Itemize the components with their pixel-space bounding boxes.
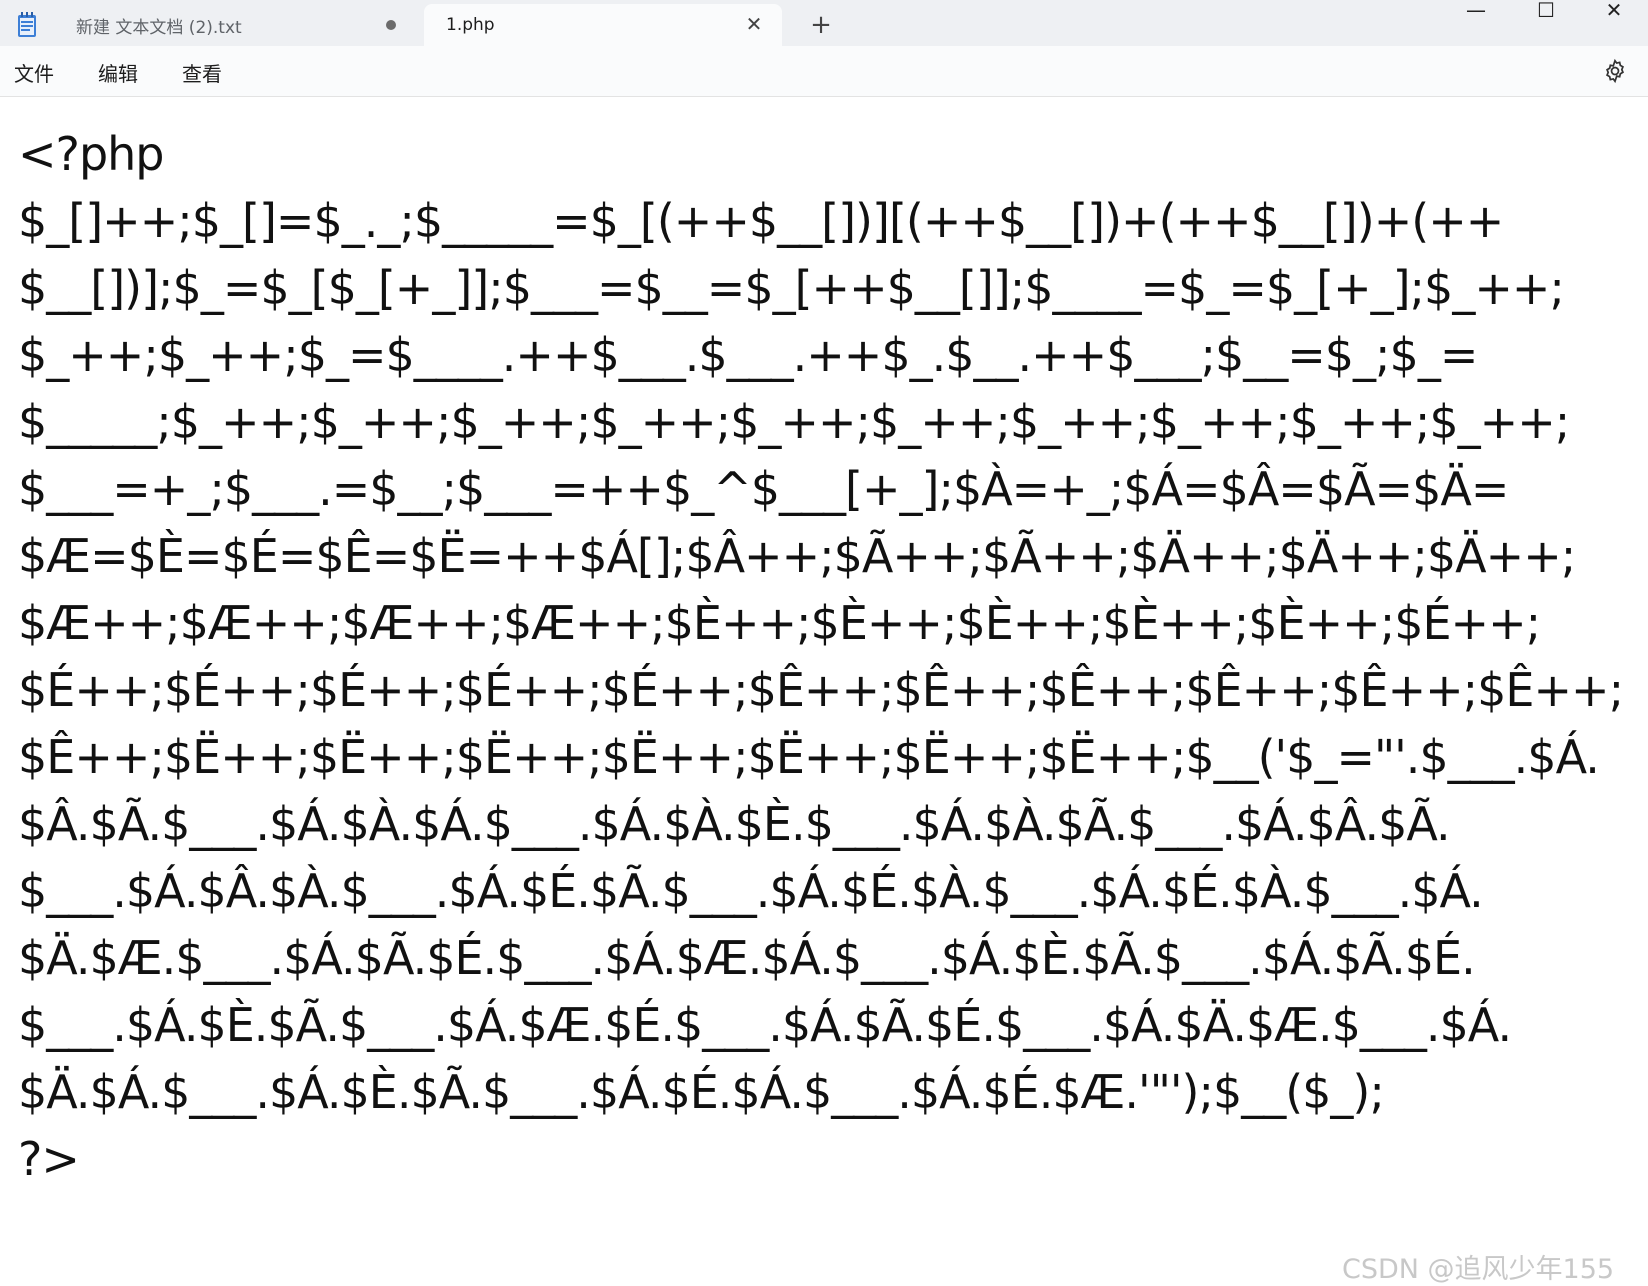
code-line[interactable]: $Ä.$Á.$___.$Á.$È.$Ã.$___.$Á.$É.$Á.$___.$… <box>18 1059 1638 1126</box>
close-tab-icon[interactable]: ✕ <box>742 12 766 36</box>
unsaved-dot-icon <box>386 20 396 30</box>
code-line[interactable]: $___=+_;$___.=$__;$___=++$_^$___[+_];$À=… <box>18 456 1638 523</box>
editor-area[interactable]: <?php $_[]++;$_[]=$_._;$_____=$_[(++$__[]… <box>0 97 1648 1285</box>
tab-title: 1.php <box>446 15 495 35</box>
code-line[interactable]: $___.$Á.$Â.$À.$___.$Á.$É.$Ã.$___.$Á.$É.$… <box>18 858 1638 925</box>
code-line[interactable]: $___.$Á.$È.$Ã.$___.$Á.$Æ.$É.$___.$Á.$Ã.$… <box>18 992 1638 1059</box>
notepad-icon <box>18 12 36 37</box>
code-line[interactable]: $Æ=$È=$É=$Ê=$Ë=++$Á[];$Â++;$Ã++;$Ã++;$Ä+… <box>18 523 1638 590</box>
tab-bar: 新建 文本文档 (2).txt 1.php ✕ + — ☐ ✕ <box>0 0 1648 46</box>
watermark: CSDN @追风少年155 <box>1342 1254 1615 1285</box>
code-line[interactable]: $É++;$É++;$É++;$É++;$É++;$Ê++;$Ê++;$Ê++;… <box>18 657 1638 724</box>
maximize-button[interactable]: ☐ <box>1516 0 1576 24</box>
menu-view[interactable]: 查看 <box>182 58 222 87</box>
tab-title: 新建 文本文档 (2).txt <box>76 17 242 38</box>
code-line[interactable]: $Â.$Ã.$___.$Á.$À.$Á.$___.$Á.$À.$È.$___.$… <box>18 791 1638 858</box>
close-window-button[interactable]: ✕ <box>1584 0 1644 24</box>
code-line[interactable]: ?> <box>18 1126 1638 1193</box>
menu-edit[interactable]: 编辑 <box>98 58 138 87</box>
code-line[interactable]: $Æ++;$Æ++;$Æ++;$Æ++;$È++;$È++;$È++;$È++;… <box>18 590 1638 657</box>
menu-bar: 文件 编辑 查看 <box>0 46 1648 97</box>
code-line[interactable]: $_[]++;$_[]=$_._;$_____=$_[(++$__[])][(+… <box>18 188 1638 255</box>
code-line[interactable]: <?php <box>18 121 1638 188</box>
new-tab-button[interactable]: + <box>806 10 836 40</box>
settings-gear-icon[interactable] <box>1602 58 1628 84</box>
code-line[interactable]: $_++;$_++;$_=$____.++$___.$___.++$_.$__.… <box>18 322 1638 389</box>
code-line[interactable]: $__[])];$_=$_[$_[+_]];$___=$__=$_[++$__[… <box>18 255 1638 322</box>
code-text[interactable]: <?php $_[]++;$_[]=$_._;$_____=$_[(++$__[]… <box>18 121 1638 1193</box>
code-line[interactable]: $_____;$_++;$_++;$_++;$_++;$_++;$_++;$_+… <box>18 389 1638 456</box>
code-line[interactable]: $Ê++;$Ë++;$Ë++;$Ë++;$Ë++;$Ë++;$Ë++;$Ë++;… <box>18 724 1638 791</box>
menu-file[interactable]: 文件 <box>14 58 54 87</box>
minimize-button[interactable]: — <box>1446 0 1506 24</box>
tab-1-php[interactable]: 1.php ✕ <box>424 4 782 46</box>
code-line[interactable]: $Ä.$Æ.$___.$Á.$Ã.$É.$___.$Á.$Æ.$Á.$___.$… <box>18 925 1638 992</box>
tab-new-text-document[interactable]: 新建 文本文档 (2).txt <box>0 4 420 46</box>
